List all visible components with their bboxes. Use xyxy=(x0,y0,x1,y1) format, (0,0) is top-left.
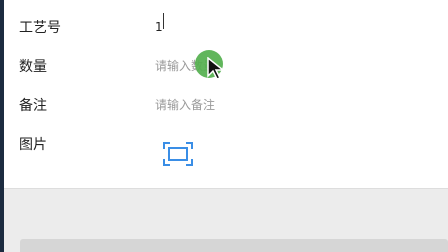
text-caret xyxy=(163,13,164,29)
quantity-field[interactable] xyxy=(155,55,355,77)
form-row-process-number: 工艺号 xyxy=(4,9,448,47)
picture-label: 图片 xyxy=(19,137,47,153)
mouse-pointer-icon xyxy=(207,57,226,80)
process-number-field[interactable] xyxy=(155,16,355,38)
remarks-label: 备注 xyxy=(19,98,47,114)
submit-button[interactable] xyxy=(20,239,448,252)
bottom-action-area xyxy=(4,188,448,252)
scan-frame-icon xyxy=(163,142,193,166)
app-screen: 工艺号 数量 备注 图片 xyxy=(0,0,448,252)
process-number-label: 工艺号 xyxy=(19,20,61,36)
form-area: 工艺号 数量 备注 图片 xyxy=(4,0,448,188)
quantity-label: 数量 xyxy=(19,59,47,75)
form-row-picture: 图片 xyxy=(4,126,448,164)
remarks-field[interactable] xyxy=(155,94,355,116)
form-row-remarks: 备注 xyxy=(4,87,448,125)
add-picture-button[interactable] xyxy=(162,141,194,167)
